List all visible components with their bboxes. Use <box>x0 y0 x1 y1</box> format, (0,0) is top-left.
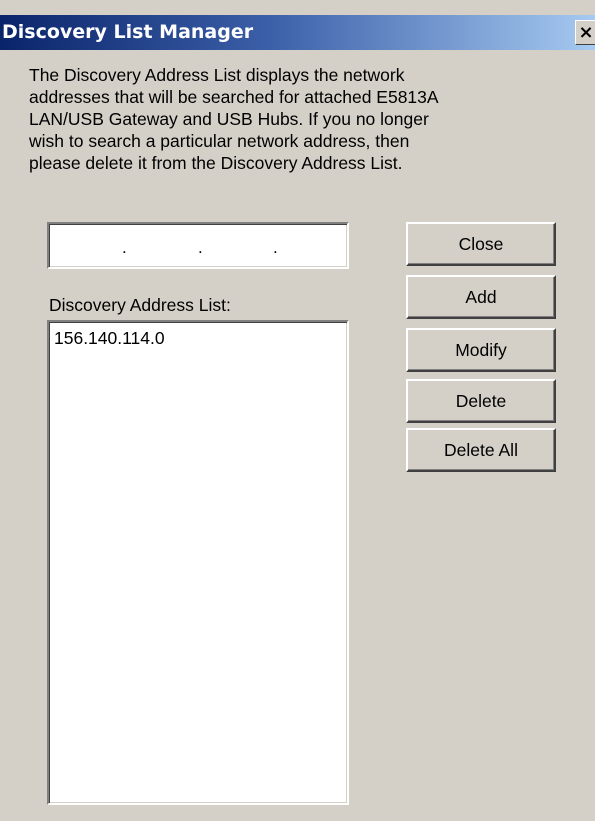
ip-separator: . <box>273 238 278 257</box>
modify-button[interactable]: Modify <box>406 328 556 372</box>
title-bar[interactable]: Discovery List Manager × <box>0 15 595 50</box>
delete-button[interactable]: Delete <box>406 379 556 423</box>
delete-all-button[interactable]: Delete All <box>406 428 556 472</box>
close-icon: × <box>578 22 594 43</box>
ip-address-input[interactable]: . . . <box>47 222 349 269</box>
discovery-address-list[interactable]: 156.140.114.0 <box>47 320 349 805</box>
description-text: The Discovery Address List displays the … <box>29 65 439 173</box>
add-button[interactable]: Add <box>406 275 556 319</box>
window-title: Discovery List Manager <box>2 21 254 43</box>
discovery-list-manager-dialog: Discovery List Manager × The Discovery A… <box>0 0 595 821</box>
ip-separator: . <box>122 238 127 257</box>
ip-separator: . <box>198 238 203 257</box>
close-button[interactable]: Close <box>406 222 556 266</box>
close-window-button[interactable]: × <box>575 20 595 45</box>
address-list-label: Discovery Address List: <box>49 295 231 315</box>
list-item[interactable]: 156.140.114.0 <box>54 328 165 349</box>
